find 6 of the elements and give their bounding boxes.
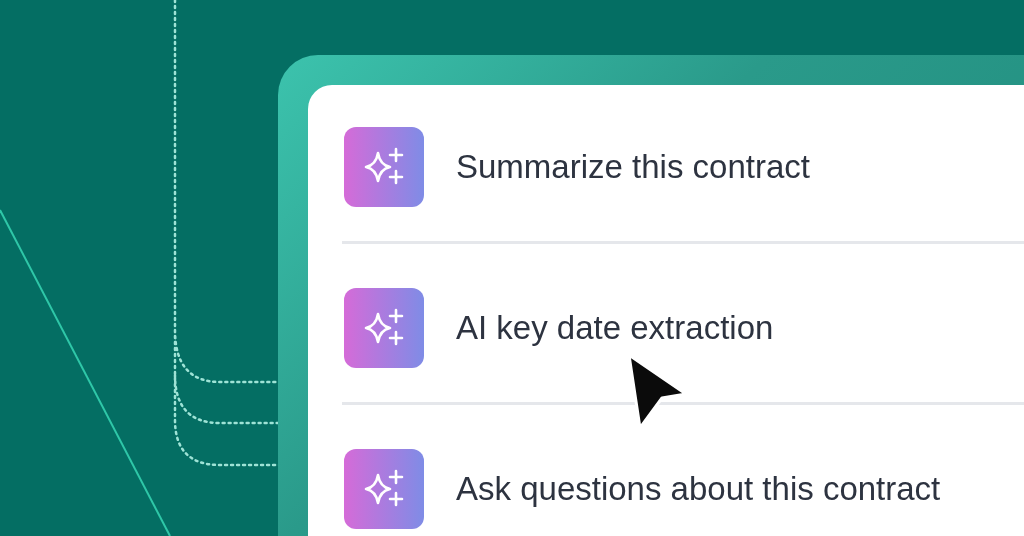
sparkle-icon: [344, 127, 424, 207]
action-item[interactable]: AI key date extraction: [342, 288, 1024, 368]
sparkle-icon: [344, 449, 424, 529]
action-item[interactable]: Summarize this contract: [342, 127, 1024, 207]
action-item[interactable]: Ask questions about this contract: [342, 449, 1024, 529]
sparkle-icon: [344, 288, 424, 368]
